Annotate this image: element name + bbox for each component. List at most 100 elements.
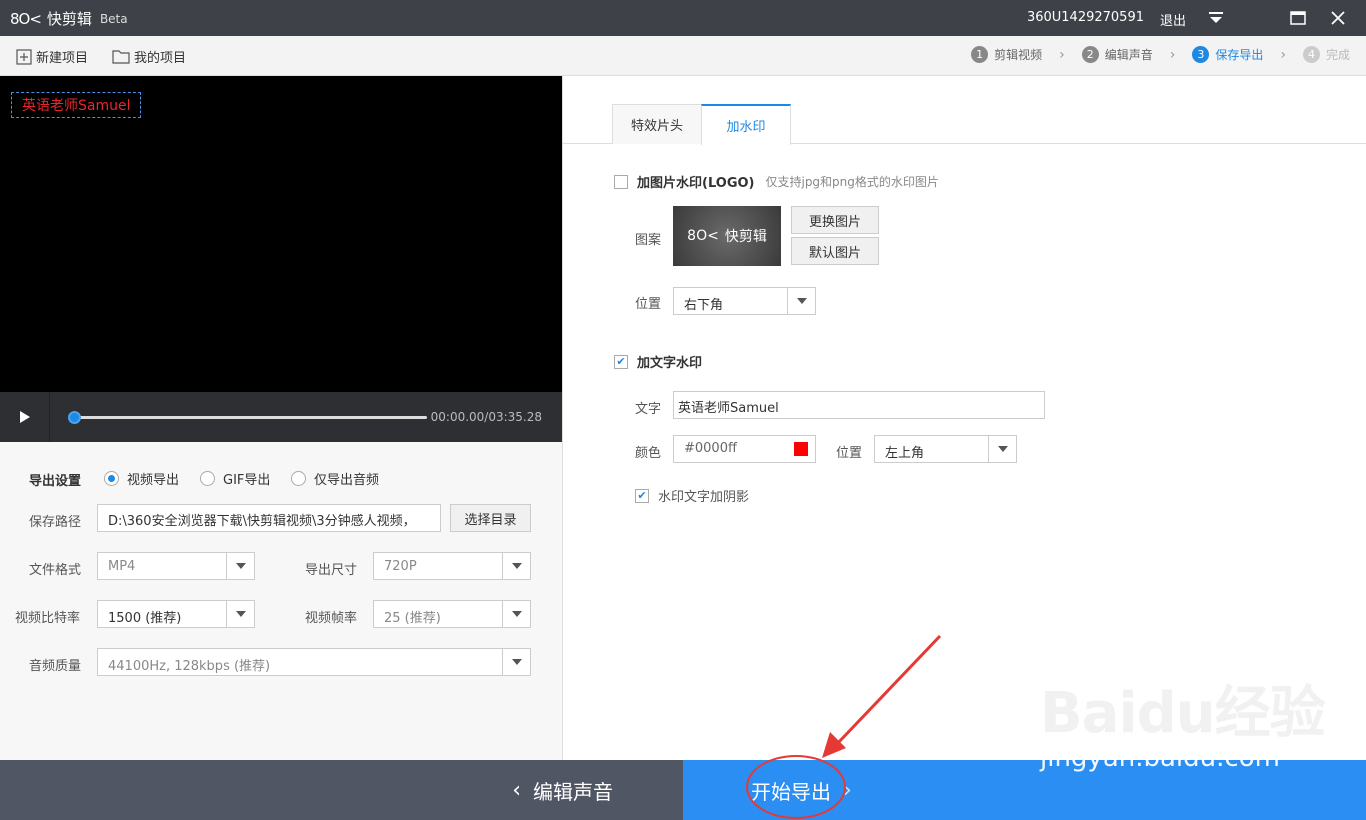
checkmark-icon: ✔ [614,354,628,369]
color-hex-input[interactable]: #0000ff [673,435,787,463]
my-projects-button[interactable]: 我的项目 [112,47,186,66]
step-label: 编辑声音 [1104,48,1153,62]
watermark-text-input[interactable]: 英语老师Samuel [673,391,1045,419]
video-bitrate-select[interactable]: 1500 (推荐) [97,600,255,628]
panel-divider [562,76,563,760]
text-position-label: 位置 [836,446,863,461]
start-export-button[interactable]: 开始导出 › [683,760,1366,820]
step-label: 剪辑视频 [994,48,1043,62]
new-project-button[interactable]: 新建项目 [16,47,88,66]
chevron-down-icon [226,553,254,579]
select-value: 1500 (推荐) [108,611,182,626]
play-icon [19,411,30,423]
back-label: 编辑声音 [533,779,613,804]
new-project-label: 新建项目 [36,51,89,66]
radio-indicator [104,471,119,486]
radio-video-export[interactable]: 视频导出 [104,469,179,488]
checkbox-box [614,174,628,189]
export-size-label: 导出尺寸 [305,563,358,578]
my-projects-label: 我的项目 [134,51,187,66]
progress-track[interactable] [74,416,427,419]
progress-handle[interactable] [68,411,81,424]
audio-quality-select[interactable]: 44100Hz, 128kbps (推荐) [97,648,531,676]
menu-icon [1209,12,1223,23]
replace-image-button[interactable]: 更换图片 [791,206,879,234]
step-edit-video[interactable]: 1 剪辑视频 [971,46,1042,63]
tab-watermark[interactable]: 加水印 [701,104,791,145]
maximize-icon [1290,11,1306,25]
beta-label: Beta [99,11,128,26]
video-preview[interactable]: 英语老师Samuel [0,76,562,392]
color-swatch-fill [793,442,808,456]
chevron-right-icon: › [1059,46,1065,63]
file-format-label: 文件格式 [29,563,82,578]
menu-dropdown-button[interactable] [1196,0,1236,36]
step-number: 4 [1302,46,1320,63]
chevron-left-icon: ‹ [512,777,521,803]
chevron-down-icon [226,601,254,627]
text-label: 文字 [635,402,662,417]
text-watermark-checkbox[interactable]: ✔ 加文字水印 [614,352,702,371]
video-fps-select[interactable]: 25 (推荐) [373,600,531,628]
user-id: 360U1429270591 [1026,10,1144,25]
select-value: 25 (推荐) [384,611,441,626]
chevron-right-icon: › [1280,46,1286,63]
radio-indicator [200,471,215,486]
choose-directory-button[interactable]: 选择目录 [450,504,531,532]
radio-label: 仅导出音频 [314,473,380,488]
video-fps-label: 视频帧率 [305,611,358,626]
folder-icon [112,50,130,64]
tab-effects-intro[interactable]: 特效片头 [612,104,702,144]
play-button[interactable] [0,392,50,442]
radio-label: GIF导出 [223,473,271,488]
back-to-edit-audio-button[interactable]: ‹ 编辑声音 [0,760,683,820]
chevron-right-icon: › [843,777,852,803]
select-value: 右下角 [684,298,724,313]
text-watermark-label: 加文字水印 [637,356,703,371]
select-value: 720P [384,559,417,574]
image-position-select[interactable]: 右下角 [673,287,816,315]
player-controls: 00:00.00/03:35.28 [0,392,562,442]
file-format-select[interactable]: MP4 [97,552,255,580]
radio-audio-only[interactable]: 仅导出音频 [291,469,379,488]
image-watermark-hint: 仅支持jpg和png格式的水印图片 [765,175,939,189]
baidu-logo-text: Baidu经验 [1040,681,1326,746]
thumb-text: 快剪辑 [724,229,767,245]
default-image-button[interactable]: 默认图片 [791,237,879,265]
step-edit-audio[interactable]: 2 编辑声音 [1081,46,1153,63]
text-shadow-label: 水印文字加阴影 [658,490,750,505]
color-picker-swatch[interactable] [786,435,816,463]
maximize-button[interactable] [1278,0,1318,36]
chevron-down-icon [988,436,1016,462]
pattern-label: 图案 [635,233,662,248]
image-position-label: 位置 [635,297,662,312]
checkmark-icon: ✔ [635,488,649,503]
logo-mark: 8O< [687,228,719,244]
chevron-down-icon [502,649,530,675]
save-path-field[interactable]: D:\360安全浏览器下载\快剪辑视频\3分钟感人视频， [97,504,441,532]
step-number: 3 [1192,46,1210,63]
export-size-select[interactable]: 720P [373,552,531,580]
step-complete: 4 完成 [1302,46,1350,63]
close-button[interactable] [1318,0,1358,36]
chevron-down-icon [502,553,530,579]
text-watermark-preview[interactable]: 英语老师Samuel [11,92,142,118]
text-shadow-checkbox[interactable]: ✔ 水印文字加阴影 [635,486,749,505]
text-position-select[interactable]: 左上角 [874,435,1017,463]
step-number: 2 [1081,46,1099,63]
select-value: 44100Hz, 128kbps (推荐) [108,659,271,674]
logo-mark: 8O< [10,9,42,28]
app-name: 快剪辑 [46,10,92,28]
chevron-down-icon [502,601,530,627]
logout-link[interactable]: 退出 [1160,10,1186,29]
step-label: 完成 [1325,48,1350,62]
app-logo: 8O< 快剪辑 Beta [10,8,128,29]
image-watermark-checkbox[interactable]: 加图片水印(LOGO) 仅支持jpg和png格式的水印图片 [614,172,939,191]
radio-indicator [291,471,306,486]
image-watermark-label: 加图片水印(LOGO) [637,176,755,191]
step-save-export[interactable]: 3 保存导出 [1192,46,1263,63]
timecode: 00:00.00/03:35.28 [430,410,542,424]
radio-label: 视频导出 [127,473,180,488]
radio-gif-export[interactable]: GIF导出 [200,469,270,488]
save-path-label: 保存路径 [29,515,82,530]
